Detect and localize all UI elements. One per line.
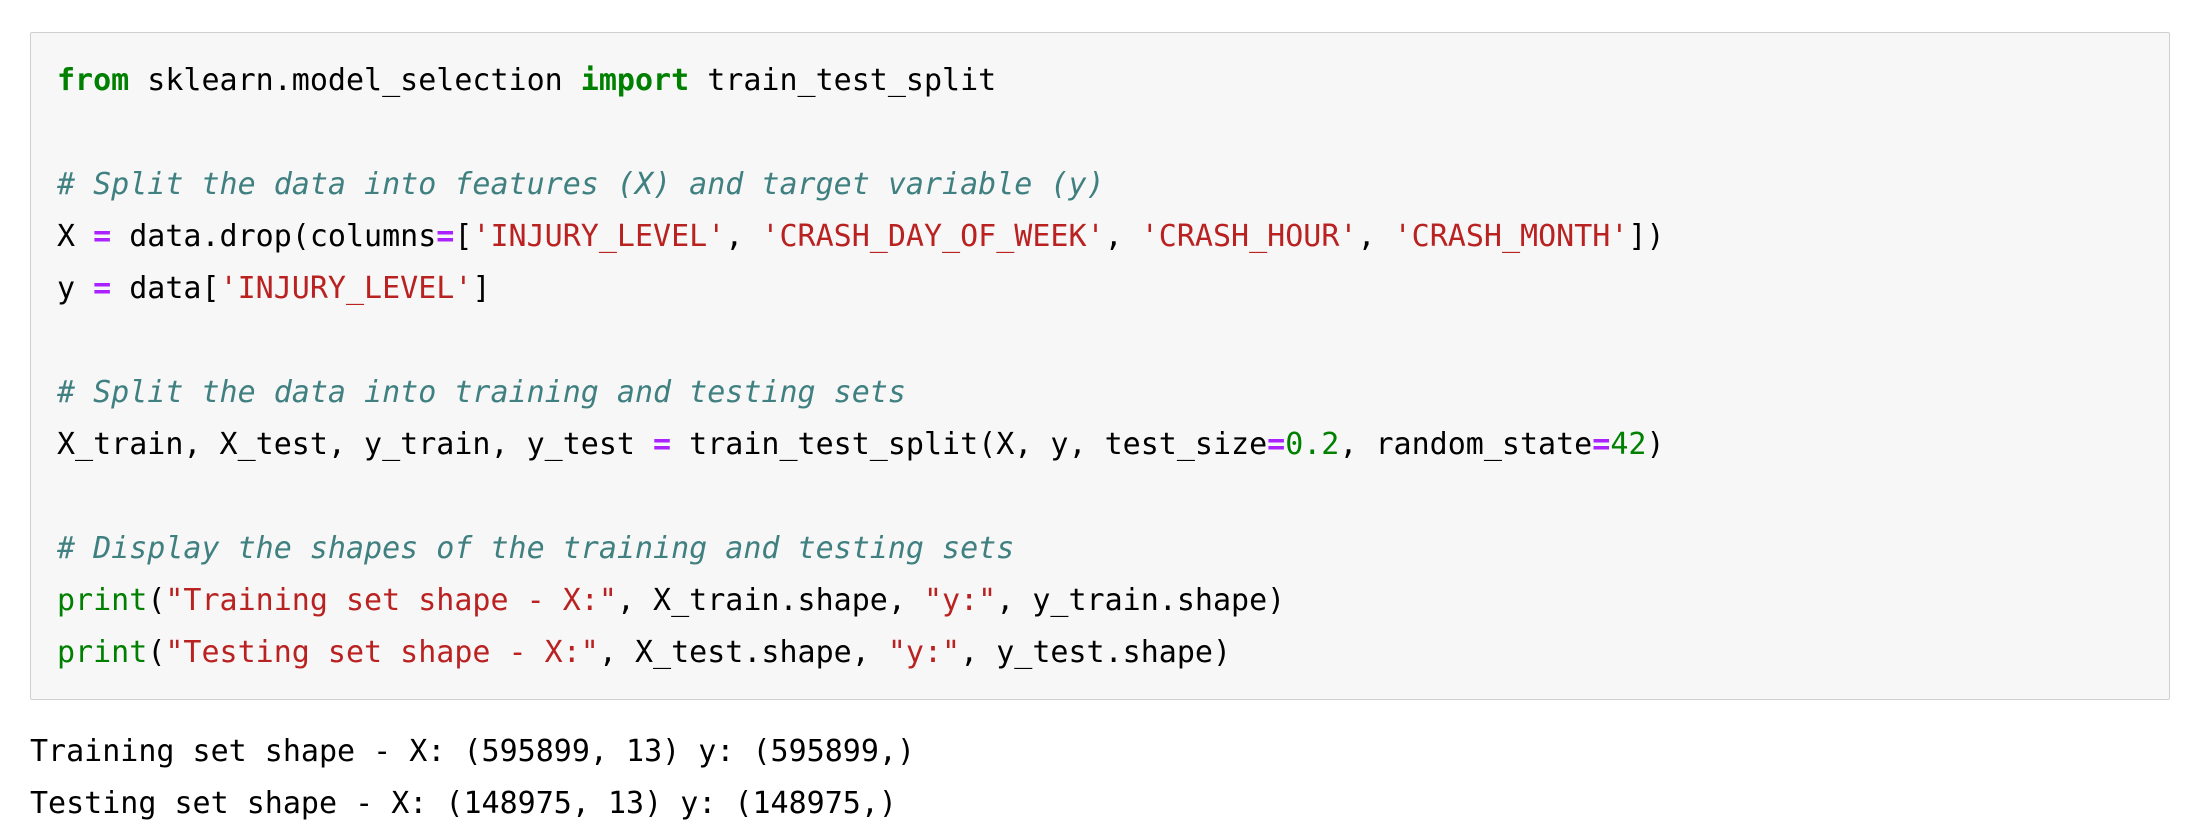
token-plain: y xyxy=(57,271,94,306)
token-plain: , y_train.shape) xyxy=(996,583,1286,618)
code-cell[interactable]: from sklearn.model_selection import trai… xyxy=(30,32,2170,700)
token-plain: X_train, X_test, y_train, y_test xyxy=(57,427,654,462)
notebook-cell-container: from sklearn.model_selection import trai… xyxy=(0,0,2199,840)
token-op: = xyxy=(1267,427,1286,462)
token-op: = xyxy=(436,219,455,254)
token-plain: , random_state xyxy=(1339,427,1593,462)
token-str: "Testing set shape - X:" xyxy=(165,635,599,670)
code-line-comment-split-train-test: # Split the data into training and testi… xyxy=(57,367,2169,419)
token-plain: [ xyxy=(454,219,473,254)
token-plain: , X_train.shape, xyxy=(616,583,924,618)
code-line-import-line: from sklearn.model_selection import trai… xyxy=(57,55,2169,107)
token-plain: train_test_split(X, y, test_size xyxy=(671,427,1268,462)
token-op: = xyxy=(653,427,672,462)
token-num: 0.2 xyxy=(1285,427,1340,462)
token-str: "Training set shape - X:" xyxy=(165,583,617,618)
code-line-comment-split-features: # Split the data into features (X) and t… xyxy=(57,159,2169,211)
token-comment: # Split the data into training and testi… xyxy=(57,375,906,410)
token-comment: # Display the shapes of the training and… xyxy=(57,531,1015,566)
token-builtin: print xyxy=(57,583,148,618)
token-plain: train_test_split xyxy=(689,63,997,98)
token-str: 'CRASH_HOUR' xyxy=(1140,219,1358,254)
token-plain: ]) xyxy=(1628,219,1665,254)
token-str: 'INJURY_LEVEL' xyxy=(472,219,726,254)
token-op: = xyxy=(1592,427,1611,462)
token-plain: ( xyxy=(147,635,166,670)
token-plain: X xyxy=(57,219,94,254)
code-line-assign-y: y = data['INJURY_LEVEL'] xyxy=(57,263,2169,315)
token-plain: data[ xyxy=(111,271,220,306)
token-str: 'INJURY_LEVEL' xyxy=(219,271,473,306)
token-str: 'CRASH_DAY_OF_WEEK' xyxy=(761,219,1105,254)
token-plain: , xyxy=(1104,219,1141,254)
token-plain: ] xyxy=(472,271,491,306)
code-line-print-training-shape: print("Training set shape - X:", X_train… xyxy=(57,575,2169,627)
token-num: 42 xyxy=(1610,427,1647,462)
code-line-blank-2 xyxy=(57,315,2169,367)
code-editor-area[interactable]: from sklearn.model_selection import trai… xyxy=(31,33,2169,699)
token-plain: ( xyxy=(147,583,166,618)
token-kw: from xyxy=(57,63,130,98)
cell-output-area: Training set shape - X: (595899, 13) y: … xyxy=(30,726,2170,830)
token-plain: ) xyxy=(1646,427,1665,462)
code-line-assign-X: X = data.drop(columns=['INJURY_LEVEL', '… xyxy=(57,211,2169,263)
token-op: = xyxy=(93,219,112,254)
token-plain: , xyxy=(725,219,762,254)
token-plain: data.drop(columns xyxy=(111,219,437,254)
token-str: 'CRASH_MONTH' xyxy=(1393,219,1629,254)
output-line: Training set shape - X: (595899, 13) y: … xyxy=(30,734,916,769)
code-line-blank-3 xyxy=(57,471,2169,523)
token-builtin: print xyxy=(57,635,148,670)
code-line-train-test-split-call: X_train, X_test, y_train, y_test = train… xyxy=(57,419,2169,471)
token-plain: , y_test.shape) xyxy=(960,635,1232,670)
token-plain: sklearn.model_selection xyxy=(129,63,581,98)
token-str: "y:" xyxy=(923,583,997,618)
token-comment: # Split the data into features (X) and t… xyxy=(57,167,1105,202)
code-line-print-testing-shape: print("Testing set shape - X:", X_test.s… xyxy=(57,627,2169,679)
output-line: Testing set shape - X: (148975, 13) y: (… xyxy=(30,786,897,821)
code-line-comment-display-shapes: # Display the shapes of the training and… xyxy=(57,523,2169,575)
code-line-blank-1 xyxy=(57,107,2169,159)
token-str: "y:" xyxy=(887,635,961,670)
token-kw: import xyxy=(580,63,690,98)
token-plain: , X_test.shape, xyxy=(598,635,888,670)
token-plain: , xyxy=(1357,219,1394,254)
token-op: = xyxy=(93,271,112,306)
